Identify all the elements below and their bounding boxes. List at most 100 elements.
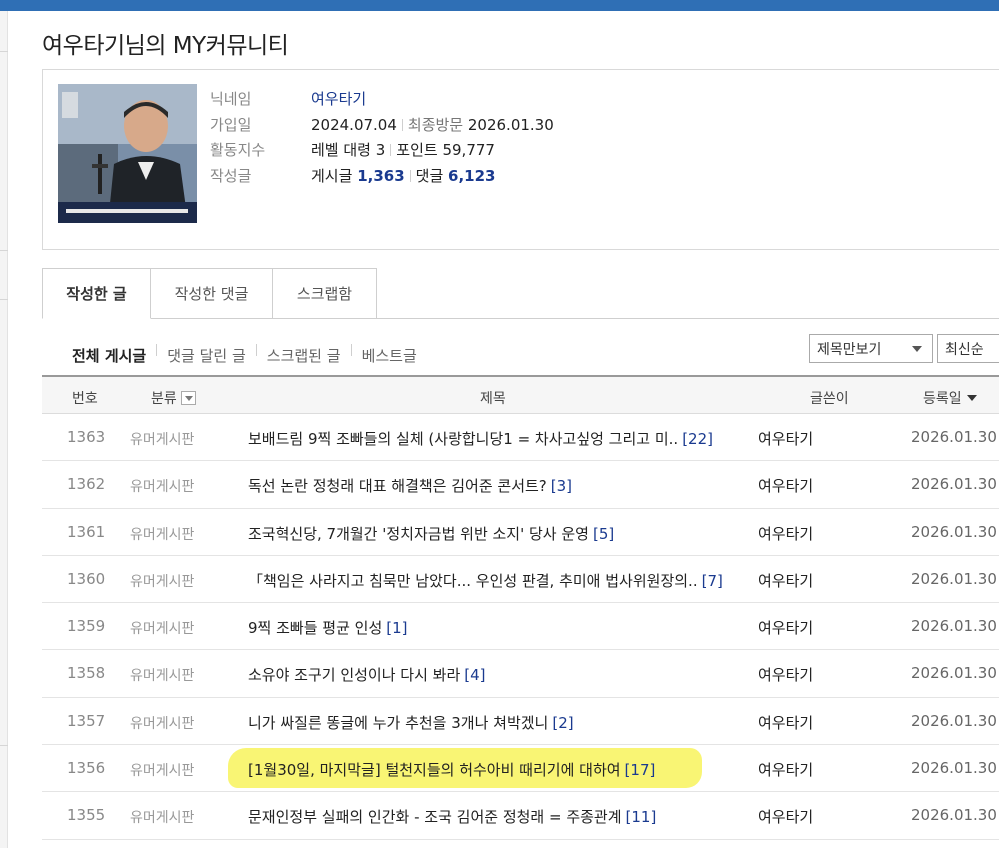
- table-row[interactable]: 1362 유머게시판 독선 논란 정청래 대표 해결책은 김어준 콘서트? [3] 여우…: [42, 461, 999, 509]
- comment-count-badge[interactable]: [4]: [464, 666, 485, 684]
- nickname-value: 여우타기: [311, 88, 366, 109]
- table-row[interactable]: 1361 유머게시판 조국혁신당, 7개월간 '정치자금법 위반 소지' 당사 운영…: [42, 509, 999, 556]
- header-writer: 글쓴이: [810, 391, 849, 407]
- filter-commented-posts[interactable]: 댓글 달린 글: [167, 345, 246, 366]
- comment-count-badge[interactable]: [2]: [552, 714, 573, 732]
- post-writer[interactable]: 여우타기: [758, 523, 813, 544]
- post-date: 2026.01.30: [911, 806, 997, 825]
- post-title[interactable]: 문재인정부 실패의 인간화 - 조국 김어준 정청래 = 주종관계 [11]: [248, 806, 656, 827]
- nickname-link[interactable]: 여우타기: [311, 90, 366, 108]
- post-category[interactable]: 유머게시판: [130, 524, 194, 544]
- gutter-divider: [0, 299, 8, 300]
- table-row[interactable]: 1358 유머게시판 소유야 조구기 인성이나 다시 봐라 [4] 여우타기 2026.0…: [42, 650, 999, 698]
- joined-date: 2024.07.04: [311, 116, 397, 134]
- post-title[interactable]: 조국혁신당, 7개월간 '정치자금법 위반 소지' 당사 운영 [5]: [248, 523, 614, 544]
- post-category[interactable]: 유머게시판: [130, 618, 194, 638]
- post-title[interactable]: 소유야 조구기 인성이나 다시 봐라 [4]: [248, 664, 486, 685]
- table-row[interactable]: 1357 유머게시판 니가 싸질른 똥글에 누가 추천을 3개나 쳐박겠니 [2] 여우…: [42, 698, 999, 746]
- post-category[interactable]: 유머게시판: [130, 665, 194, 685]
- table-row[interactable]: 1360 유머게시판 「책임은 사라지고 침묵만 남았다... 우인성 판결, 추미…: [42, 556, 999, 604]
- post-writer[interactable]: 여우타기: [758, 570, 813, 591]
- post-title[interactable]: 「책임은 사라지고 침묵만 남았다... 우인성 판결, 추미애 법사위원장의.…: [248, 570, 723, 591]
- profile-box: 닉네임 여우타기 가입일 2024.07.04 최종방문 2026.01.30 활…: [42, 69, 999, 250]
- post-writer[interactable]: 여우타기: [758, 806, 813, 827]
- comment-count-badge[interactable]: [5]: [593, 525, 614, 543]
- last-visit-label: 최종방문: [407, 116, 464, 134]
- table-row[interactable]: 1355 유머게시판 문재인정부 실패의 인간화 - 조국 김어준 정청래 = 주종…: [42, 792, 999, 840]
- comment-count-badge[interactable]: [11]: [626, 808, 657, 826]
- filter-scrapped-posts[interactable]: 스크랩된 글: [267, 345, 341, 366]
- comment-count-badge[interactable]: [1]: [386, 619, 407, 637]
- post-title[interactable]: [1월30일, 마지막글] 털천지들의 허수아비 때리기에 대하여 [17]: [248, 759, 655, 780]
- gutter-divider: [0, 51, 8, 52]
- tab-my-comments[interactable]: 작성한 댓글: [151, 268, 273, 319]
- category-filter-icon[interactable]: [180, 391, 196, 405]
- post-number: 1362: [67, 475, 106, 494]
- joined-value: 2024.07.04 최종방문 2026.01.30: [311, 114, 554, 135]
- post-writer[interactable]: 여우타기: [758, 475, 813, 496]
- post-writer[interactable]: 여우타기: [758, 759, 813, 780]
- divider: [255, 344, 257, 356]
- post-title-text[interactable]: 조국혁신당, 7개월간 '정치자금법 위반 소지' 당사 운영: [248, 525, 589, 543]
- post-writer[interactable]: 여우타기: [758, 617, 813, 638]
- last-visit-date: 2026.01.30: [467, 116, 554, 134]
- filter-all-posts[interactable]: 전체 게시글: [72, 345, 146, 366]
- post-category[interactable]: 유머게시판: [130, 713, 194, 733]
- post-count-label: 게시글: [311, 167, 353, 185]
- page-title: 여우타기님의 MY커뮤니티: [42, 33, 289, 59]
- post-title-text[interactable]: 문재인정부 실패의 인간화 - 조국 김어준 정청래 = 주종관계: [248, 808, 622, 826]
- comment-count-badge[interactable]: [7]: [702, 572, 723, 590]
- tab-my-posts[interactable]: 작성한 글: [42, 268, 151, 319]
- header-date[interactable]: 등록일: [923, 388, 977, 408]
- post-number: 1360: [67, 569, 106, 588]
- activity-value: 레벨 대령 3 포인트 59,777: [311, 139, 495, 160]
- post-number: 1358: [67, 664, 106, 683]
- post-number: 1359: [67, 617, 106, 636]
- table-row[interactable]: 1363 유머게시판 보배드림 9찍 조빠들의 실체 (사랑합니당1 = 차사고싶엉…: [42, 414, 999, 462]
- post-date: 2026.01.30: [911, 711, 997, 730]
- view-mode-value: 제목만보기: [817, 341, 882, 358]
- post-title-text[interactable]: 보배드림 9찍 조빠들의 실체 (사랑합니당1 = 차사고싶엉 그리고 미..: [248, 430, 678, 448]
- divider: [390, 144, 392, 156]
- sort-down-icon: [966, 395, 977, 401]
- post-title[interactable]: 보배드림 9찍 조빠들의 실체 (사랑합니당1 = 차사고싶엉 그리고 미..[…: [248, 428, 713, 449]
- table-row[interactable]: 1359 유머게시판 9찍 조빠들 평균 인성 [1] 여우타기 2026.01.30: [42, 603, 999, 651]
- post-title[interactable]: 니가 싸질른 똥글에 누가 추천을 3개나 쳐박겠니 [2]: [248, 712, 574, 733]
- post-writer[interactable]: 여우타기: [758, 428, 813, 449]
- post-title[interactable]: 독선 논란 정청래 대표 해결책은 김어준 콘서트? [3]: [248, 475, 572, 496]
- post-title-text[interactable]: 9찍 조빠들 평균 인성: [248, 619, 382, 637]
- post-title-text[interactable]: 소유야 조구기 인성이나 다시 봐라: [248, 666, 460, 684]
- post-writer[interactable]: 여우타기: [758, 712, 813, 733]
- post-category[interactable]: 유머게시판: [130, 429, 194, 449]
- comment-count[interactable]: 6,123: [448, 167, 495, 185]
- comment-count-label: 댓글: [415, 167, 444, 185]
- table-row[interactable]: 1356 유머게시판 [1월30일, 마지막글] 털천지들의 허수아비 때리기에 대…: [42, 745, 999, 793]
- tab-scraps[interactable]: 스크랩함: [273, 268, 377, 319]
- post-date: 2026.01.30: [911, 664, 997, 683]
- posts-value: 게시글 1,363 댓글 6,123: [311, 165, 495, 186]
- post-number: 1363: [67, 428, 106, 446]
- post-number: 1361: [67, 522, 106, 541]
- avatar[interactable]: [58, 84, 197, 223]
- sort-order-select[interactable]: 최신순: [937, 334, 999, 363]
- post-title-text[interactable]: 니가 싸질른 똥글에 누가 추천을 3개나 쳐박겠니: [248, 714, 548, 732]
- post-title-text[interactable]: 「책임은 사라지고 침묵만 남았다... 우인성 판결, 추미애 법사위원장의.…: [248, 572, 698, 590]
- post-title-text[interactable]: [1월30일, 마지막글] 털천지들의 허수아비 때리기에 대하여: [248, 761, 621, 779]
- post-category[interactable]: 유머게시판: [130, 760, 194, 780]
- post-count[interactable]: 1,363: [357, 167, 404, 185]
- post-title-text[interactable]: 독선 논란 정청래 대표 해결책은 김어준 콘서트?: [248, 477, 547, 495]
- post-category[interactable]: 유머게시판: [130, 807, 194, 827]
- comment-count-badge[interactable]: [22]: [682, 430, 713, 448]
- post-writer[interactable]: 여우타기: [758, 664, 813, 685]
- comment-count-badge[interactable]: [17]: [625, 761, 656, 779]
- comment-count-badge[interactable]: [3]: [551, 477, 572, 495]
- left-gutter: [0, 11, 8, 848]
- header-no: 번호: [72, 391, 98, 407]
- view-mode-select[interactable]: 제목만보기: [809, 334, 933, 363]
- avatar-image: [58, 84, 197, 223]
- post-list: 1363 유머게시판 보배드림 9찍 조빠들의 실체 (사랑합니당1 = 차사고싶엉…: [42, 414, 999, 840]
- post-category[interactable]: 유머게시판: [130, 476, 194, 496]
- filter-best-posts[interactable]: 베스트글: [362, 345, 417, 366]
- post-category[interactable]: 유머게시판: [130, 571, 194, 591]
- post-title[interactable]: 9찍 조빠들 평균 인성 [1]: [248, 617, 408, 638]
